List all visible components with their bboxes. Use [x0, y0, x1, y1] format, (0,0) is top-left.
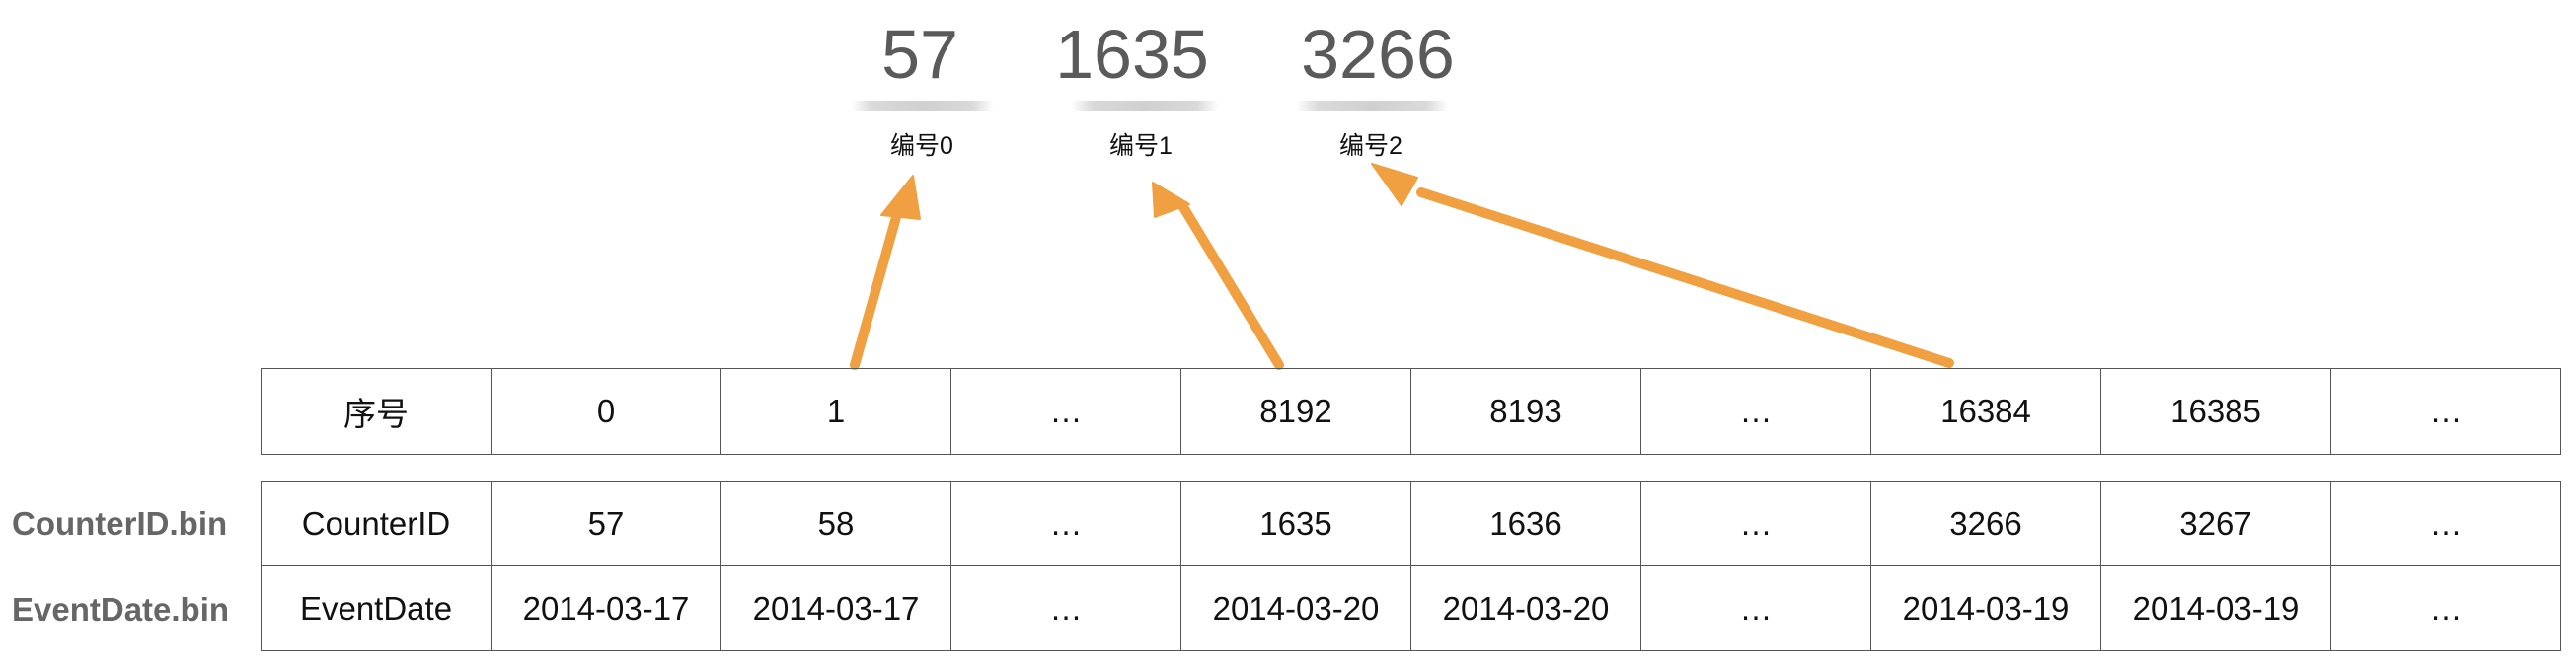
- column-name-cell: EventDate: [261, 565, 492, 651]
- table-row: EventDate 2014-03-17 2014-03-17 … 2014-0…: [261, 565, 2561, 651]
- data-cell: 2014-03-19: [2100, 565, 2331, 651]
- data-cell: 58: [720, 481, 951, 566]
- index-cell: 16385: [2100, 368, 2331, 455]
- data-cell: …: [950, 481, 1181, 566]
- data-cell: 57: [491, 481, 721, 566]
- arrow-to-mark-0: [850, 205, 903, 370]
- index-row-table: 序号 0 1 … 8192 8193 … 16384 16385 …: [261, 368, 2561, 455]
- arrow-to-mark-2: [1416, 187, 1954, 368]
- arrow-head-2: [1371, 163, 1418, 206]
- file-label-counterid: CounterID.bin: [12, 505, 228, 542]
- data-cell: 2014-03-20: [1180, 565, 1411, 651]
- data-cell: 2014-03-20: [1410, 565, 1641, 651]
- arrow-head-0: [880, 175, 921, 220]
- data-cell: 3266: [1870, 481, 2101, 566]
- table-row: CounterID 57 58 … 1635 1636 … 3266 3267 …: [261, 481, 2561, 566]
- index-header-cell: 序号: [261, 368, 492, 455]
- index-cell: …: [1640, 368, 1871, 455]
- data-cell: …: [1640, 565, 1871, 651]
- data-cell: …: [1640, 481, 1871, 566]
- data-cell: …: [2330, 565, 2561, 651]
- data-cell: …: [2330, 481, 2561, 566]
- index-cell: 8193: [1410, 368, 1641, 455]
- data-cell: 2014-03-17: [491, 565, 721, 651]
- data-cell: 2014-03-17: [720, 565, 951, 651]
- data-cell: …: [950, 565, 1181, 651]
- index-cell: 16384: [1870, 368, 2101, 455]
- arrow-to-mark-1: [1178, 202, 1284, 370]
- data-cell: 1636: [1410, 481, 1641, 566]
- index-cell: …: [950, 368, 1181, 455]
- data-cell: 3267: [2100, 481, 2331, 566]
- file-label-eventdate: EventDate.bin: [12, 591, 230, 628]
- data-cell: 1635: [1180, 481, 1411, 566]
- index-cell: …: [2330, 368, 2561, 455]
- column-name-cell: CounterID: [261, 481, 492, 566]
- column-data-table: CounterID 57 58 … 1635 1636 … 3266 3267 …: [261, 481, 2561, 651]
- data-cell: 2014-03-19: [1870, 565, 2101, 651]
- index-cell: 1: [720, 368, 951, 455]
- index-cell: 0: [491, 368, 721, 455]
- index-cell: 8192: [1180, 368, 1411, 455]
